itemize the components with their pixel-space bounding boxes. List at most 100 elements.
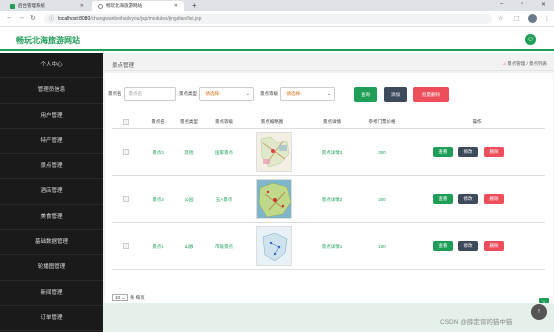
sidebar-item-admin[interactable]: 管理员信息: [0, 78, 103, 104]
level-filter-label: 景点等级: [260, 91, 278, 96]
back-icon[interactable]: ←: [6, 14, 13, 21]
star-icon[interactable]: ☆: [498, 15, 503, 22]
view-button[interactable]: 查看: [433, 194, 453, 204]
app-header: 畅玩北海旅游网站 ☺: [0, 28, 554, 51]
attractions-table: 景点名 景点类型 景点等级 景点缩略图 景点详情 参考门票价格 操作 景点3 其…: [112, 115, 545, 270]
sidebar-item-profile[interactable]: 个人中心: [0, 53, 103, 79]
list-panel: 景点名 景点名 景点类型 -请选择- ⌄ 景点等级 -请选择- ⌄ 查询 添加 批量…: [105, 73, 553, 308]
sidebar-item-attractions[interactable]: 景点管理: [0, 154, 103, 180]
name-filter: 景点名 景点名: [108, 86, 176, 102]
close-window-icon[interactable]: ✕: [541, 1, 546, 8]
col-type: 景点类型: [180, 119, 198, 124]
view-button[interactable]: 查看: [433, 147, 453, 157]
user-icon[interactable]: ☺: [525, 34, 536, 45]
url-host: localhost:8080: [58, 16, 91, 22]
row-checkbox[interactable]: [123, 243, 129, 249]
row-level: 五A景点: [215, 197, 233, 202]
level-select[interactable]: -请选择- ⌄: [280, 87, 335, 101]
maximize-icon[interactable]: ▫: [521, 1, 523, 7]
sidebar-item-specialty[interactable]: 特产管理: [0, 129, 103, 155]
reload-icon[interactable]: ↻: [30, 14, 36, 22]
row-detail[interactable]: 景点详情3: [312, 150, 352, 156]
row-checkbox[interactable]: [123, 149, 129, 155]
sidebar-item-basic-data[interactable]: 基础数据管理: [0, 230, 103, 256]
breadcrumb: 景点管理 ⌂景点管理 / 景点列表: [103, 57, 554, 71]
page-size-select[interactable]: 10 ⌄: [112, 294, 129, 301]
row-checkbox[interactable]: [123, 196, 129, 202]
page-size-control: 10 ⌄ 条 每页: [112, 294, 145, 301]
tab-title: 畅玩北海旅游网站: [106, 3, 142, 8]
browser-tab-admin[interactable]: 后台管理系统 ✕: [4, 1, 90, 11]
row-price: 300: [378, 150, 386, 155]
select-all-checkbox[interactable]: [123, 119, 129, 125]
delete-button[interactable]: 删除: [484, 241, 504, 251]
minimize-icon[interactable]: –: [500, 1, 503, 7]
browser-tab-site[interactable]: 畅玩北海旅游网站 ✕: [92, 1, 184, 11]
row-level: 市级景点: [215, 244, 233, 249]
extensions-icon[interactable]: ⬚: [514, 15, 520, 22]
menu-icon[interactable]: ⋮: [544, 15, 550, 22]
close-tab-icon[interactable]: ✕: [174, 3, 178, 9]
table-row: 景点1 山脉 市级景点 景点详情1 100 查看 修改 删除: [112, 223, 545, 270]
map-image: [257, 180, 291, 218]
row-name[interactable]: 景点2: [144, 197, 172, 203]
col-thumbnail: 景点缩略图: [260, 119, 284, 124]
type-filter: 景点类型 -请选择- ⌄: [179, 86, 254, 102]
sidebar-item-news[interactable]: 新闻管理: [0, 281, 103, 306]
scroll-top-icon[interactable]: ↑: [531, 304, 547, 320]
search-button[interactable]: 查询: [354, 87, 377, 102]
delete-button[interactable]: 删除: [484, 147, 504, 157]
sidebar-item-orders[interactable]: 订单管理: [0, 306, 103, 332]
sidebar: 个人中心 管理员信息 用户管理 特产管理 景点管理 酒店管理 美食管理 基础数据…: [0, 53, 103, 332]
name-filter-label: 景点名: [108, 91, 122, 96]
sidebar-item-hotels[interactable]: 酒店管理: [0, 179, 103, 205]
sidebar-item-users[interactable]: 用户管理: [0, 104, 103, 129]
row-detail[interactable]: 景点详情2: [312, 197, 352, 203]
row-level: 国家景点: [215, 150, 233, 155]
forward-icon[interactable]: →: [18, 14, 25, 21]
row-name[interactable]: 景点3: [144, 150, 172, 156]
delete-button[interactable]: 删除: [484, 194, 504, 204]
page-title: 景点管理: [112, 63, 135, 69]
row-price: 100: [378, 244, 386, 249]
info-icon[interactable]: ⓘ: [49, 14, 54, 24]
home-icon[interactable]: ⌂: [504, 61, 507, 66]
row-detail[interactable]: 景点详情1: [312, 244, 352, 250]
edit-button[interactable]: 修改: [458, 194, 478, 204]
profile-avatar[interactable]: [528, 14, 537, 23]
type-select[interactable]: -请选择- ⌄: [199, 87, 254, 101]
row-type: 山脉: [184, 244, 194, 249]
edit-button[interactable]: 修改: [458, 147, 478, 157]
sidebar-item-carousel[interactable]: 轮播图管理: [0, 255, 103, 281]
batch-delete-button[interactable]: 批量删除: [413, 87, 449, 102]
tab-favicon-icon: [10, 3, 15, 9]
level-select-value: -请选择-: [285, 91, 302, 96]
col-price: 参考门票价格: [368, 119, 396, 124]
url-field[interactable]: ⓘ localhost:8080/changwanbeihailvyou/jsp…: [44, 14, 492, 24]
view-button[interactable]: 查看: [433, 241, 453, 251]
new-tab-icon[interactable]: +: [192, 1, 197, 10]
edit-button[interactable]: 修改: [458, 241, 478, 251]
sidebar-item-food[interactable]: 美食管理: [0, 205, 103, 231]
chevron-down-icon: ⌄: [326, 91, 331, 97]
table-header: 景点名 景点类型 景点等级 景点缩略图 景点详情 参考门票价格 操作: [112, 115, 545, 129]
col-detail: 景点详情: [323, 119, 341, 124]
col-name: 景点名: [151, 119, 165, 124]
page-size-label: 条 每页: [130, 294, 145, 300]
app-title: 畅玩北海旅游网站: [16, 36, 80, 45]
col-level: 景点等级: [215, 119, 233, 124]
browser-tab-bar: 后台管理系统 ✕ 畅玩北海旅游网站 ✕ + – ▫ ✕: [0, 0, 554, 11]
row-thumbnail[interactable]: [256, 179, 292, 219]
add-button[interactable]: 添加: [384, 87, 407, 102]
tab-favicon-icon: [98, 3, 103, 9]
watermark: CSDN @薛定谔的猫中猫: [440, 319, 513, 326]
row-price: 200: [378, 197, 386, 202]
row-thumbnail[interactable]: [256, 132, 292, 172]
close-tab-icon[interactable]: ✕: [80, 3, 84, 9]
row-name[interactable]: 景点1: [144, 244, 172, 250]
table-row: 景点3 其他 国家景点 景点详情3 300 查看 修改 删除: [112, 129, 545, 176]
row-type: 其他: [184, 150, 194, 155]
chevron-down-icon: ⌄: [245, 91, 250, 97]
row-thumbnail[interactable]: [256, 226, 292, 266]
name-search-input[interactable]: 景点名: [123, 87, 176, 101]
